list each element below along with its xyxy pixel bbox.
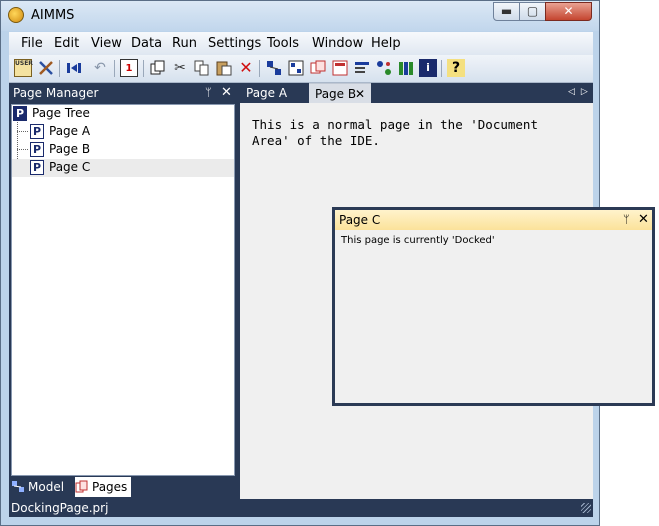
close-button[interactable]: ✕ bbox=[545, 2, 592, 21]
status-bar: DockingPage.prj bbox=[9, 499, 593, 517]
document-tabs: Page A Page B ✕ ◁▷ bbox=[240, 83, 593, 103]
delete-icon[interactable]: ✕ bbox=[237, 59, 255, 77]
scroll-right-icon[interactable]: ▷ bbox=[581, 87, 594, 97]
tree-item-label: Page A bbox=[49, 124, 91, 138]
step-icon[interactable] bbox=[65, 59, 83, 77]
page-icon: P bbox=[30, 160, 44, 175]
title-bar[interactable]: AIMMS ▬ ▢ ✕ bbox=[1, 1, 599, 31]
page-manager-close-icon[interactable]: ✕ bbox=[221, 85, 232, 100]
toolbar-separator bbox=[143, 60, 144, 77]
tab-pages-label: Pages bbox=[92, 480, 128, 494]
info-icon[interactable]: i bbox=[419, 59, 437, 77]
tab-page-a[interactable]: Page A bbox=[240, 83, 306, 103]
calendar-icon[interactable]: 1 bbox=[120, 59, 138, 77]
tree-item-page-c[interactable]: P Page C bbox=[12, 159, 234, 177]
toolbar-separator bbox=[441, 60, 442, 77]
user-menu-label: USER bbox=[15, 60, 33, 67]
copy-icon[interactable] bbox=[193, 59, 211, 77]
tree-item-label: Page C bbox=[49, 160, 91, 174]
tree-item-page-a[interactable]: P Page A bbox=[12, 123, 234, 141]
minimize-button[interactable]: ▬ bbox=[493, 2, 520, 21]
menu-builder-icon[interactable] bbox=[353, 59, 371, 77]
model-explorer-icon[interactable] bbox=[265, 59, 283, 77]
maximize-button[interactable]: ▢ bbox=[519, 2, 546, 21]
tab-scroll: ◁▷ bbox=[568, 87, 594, 97]
undo-icon[interactable]: ↶ bbox=[91, 59, 109, 77]
tab-page-a-label: Page A bbox=[246, 86, 288, 100]
tab-pages[interactable]: Pages bbox=[75, 477, 131, 497]
template-manager-icon[interactable] bbox=[331, 59, 349, 77]
pin-icon[interactable]: ᛘ bbox=[623, 213, 630, 226]
toolbar-separator bbox=[59, 60, 60, 77]
toolbar-separator bbox=[259, 60, 260, 77]
menu-bar: File Edit View Data Run Settings Tools W… bbox=[9, 32, 593, 55]
floating-window-header[interactable]: Page C ᛘ ✕ bbox=[335, 210, 652, 230]
page-manager-icon[interactable] bbox=[309, 59, 327, 77]
copy-pages-icon[interactable] bbox=[149, 59, 167, 77]
status-text: DockingPage.prj bbox=[11, 501, 109, 515]
page-manager-header[interactable]: Page Manager ᛘ ✕ bbox=[9, 83, 236, 103]
window-title: AIMMS bbox=[31, 8, 75, 23]
pages-icon bbox=[75, 480, 88, 493]
tools-icon[interactable] bbox=[37, 59, 55, 77]
tree-item-page-b[interactable]: P Page B bbox=[12, 141, 234, 159]
page-tree: P Page Tree P Page A P Page B P Page C bbox=[11, 104, 235, 476]
page-tree-icon: P bbox=[13, 106, 27, 121]
calendar-label: 1 bbox=[125, 63, 133, 74]
toolbar-separator bbox=[114, 60, 115, 77]
page-manager-title: Page Manager bbox=[13, 86, 99, 100]
identifier-selector-icon[interactable] bbox=[287, 59, 305, 77]
toolbar: USER ↶ 1 ✂ ✕ i ? bbox=[9, 55, 593, 83]
menu-edit[interactable]: Edit bbox=[54, 36, 79, 51]
menu-run[interactable]: Run bbox=[172, 36, 197, 51]
menu-tools[interactable]: Tools bbox=[267, 36, 299, 51]
document-text: This is a normal page in the 'Document A… bbox=[252, 117, 538, 148]
menu-data[interactable]: Data bbox=[131, 36, 162, 51]
menu-file[interactable]: File bbox=[21, 36, 43, 51]
model-tree-icon bbox=[12, 481, 24, 492]
menu-settings[interactable]: Settings bbox=[208, 36, 261, 51]
tree-item-label: Page B bbox=[49, 142, 91, 156]
tree-root[interactable]: P Page Tree bbox=[12, 105, 234, 123]
page-icon: P bbox=[30, 142, 44, 157]
menu-help[interactable]: Help bbox=[371, 36, 401, 51]
paste-icon[interactable] bbox=[215, 59, 233, 77]
library-icon[interactable] bbox=[397, 59, 415, 77]
resize-grip-icon[interactable] bbox=[581, 503, 591, 513]
page-icon: P bbox=[30, 124, 44, 139]
data-manager-icon[interactable] bbox=[375, 59, 393, 77]
tree-root-label: Page Tree bbox=[32, 106, 90, 120]
user-menu-icon[interactable]: USER bbox=[14, 59, 33, 77]
help-label: ? bbox=[451, 60, 461, 76]
menu-window[interactable]: Window bbox=[312, 36, 363, 51]
aimms-logo-icon bbox=[8, 7, 24, 23]
floating-window-text: This page is currently 'Docked' bbox=[341, 235, 495, 246]
tab-model-label: Model bbox=[28, 480, 65, 494]
page-manager-tabs: Model Pages bbox=[9, 477, 236, 497]
menu-view[interactable]: View bbox=[91, 36, 122, 51]
floating-window-page-c[interactable]: Page C ᛘ ✕ This page is currently 'Docke… bbox=[332, 207, 655, 406]
tab-page-b[interactable]: Page B ✕ bbox=[309, 83, 371, 103]
tab-model[interactable]: Model bbox=[11, 477, 73, 497]
floating-window-close-icon[interactable]: ✕ bbox=[638, 212, 649, 227]
scroll-left-icon[interactable]: ◁ bbox=[568, 87, 581, 97]
help-icon[interactable]: ? bbox=[447, 59, 465, 77]
tab-page-b-label: Page B bbox=[315, 87, 357, 101]
floating-window-title: Page C bbox=[339, 213, 381, 227]
floating-window-body: Page C ᛘ ✕ This page is currently 'Docke… bbox=[335, 210, 652, 403]
tab-close-icon[interactable]: ✕ bbox=[355, 84, 365, 104]
pin-icon[interactable]: ᛘ bbox=[205, 86, 212, 99]
cut-icon[interactable]: ✂ bbox=[171, 59, 189, 77]
